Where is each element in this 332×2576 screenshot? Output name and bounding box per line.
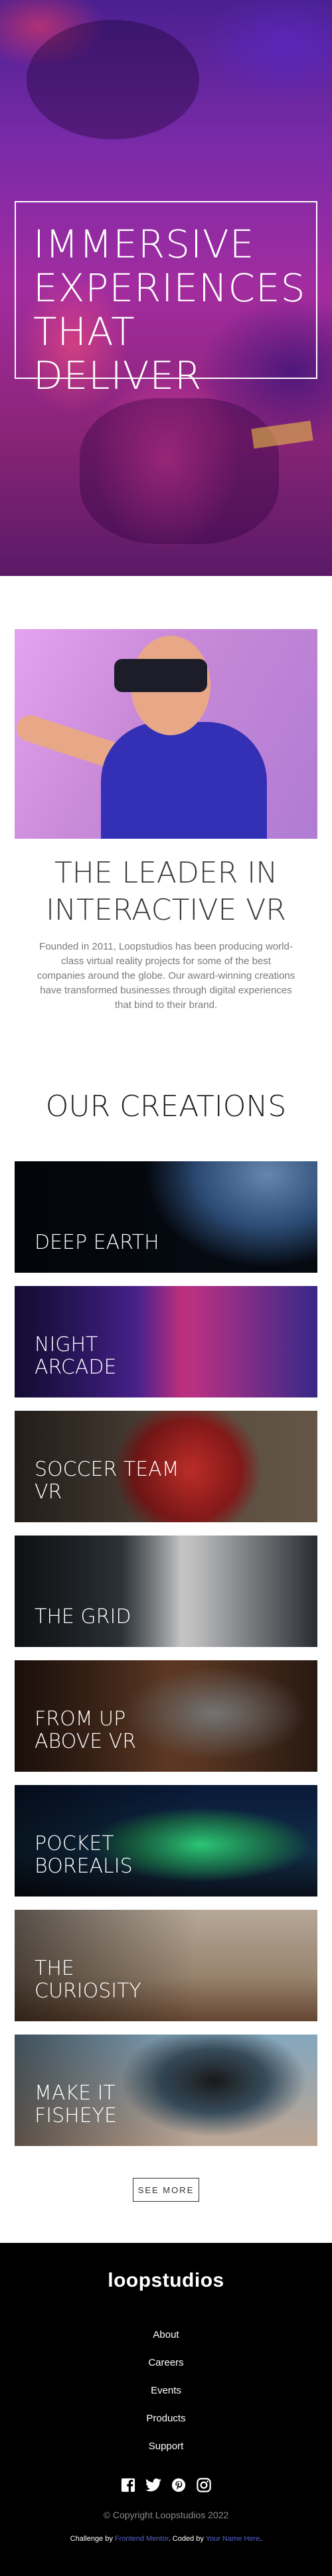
footer-link-products[interactable]: Products <box>0 2405 332 2433</box>
creation-card-soccer-team-vr[interactable]: Soccer team VR <box>15 1411 317 1522</box>
creation-card-label: The curiosity <box>35 1957 141 2003</box>
photo-vr-headset <box>114 659 207 692</box>
creation-card-label: Pocket borealis <box>35 1832 133 1878</box>
card-overlay <box>15 1161 317 1273</box>
copyright-text: © Copyright Loopstudios 2022 <box>103 2510 229 2520</box>
footer-link-support[interactable]: Support <box>0 2433 332 2461</box>
frontend-mentor-link[interactable]: Frontend Mentor <box>115 2535 169 2543</box>
hero-headline: Immersive experiences that deliver <box>33 222 306 398</box>
attribution-suffix: . <box>260 2535 262 2543</box>
pinterest-icon[interactable] <box>170 2476 187 2494</box>
footer-link-about[interactable]: About <box>0 2321 332 2349</box>
photo-torso <box>101 722 267 839</box>
twitter-icon[interactable] <box>145 2476 162 2494</box>
about-title: The leader in interactive VR <box>46 856 286 927</box>
creations-section: Our creations Deep earth Night arcade So… <box>0 1088 332 2202</box>
attribution: Challenge by Frontend Mentor. Coded by Y… <box>0 2535 332 2543</box>
footer-nav: About Careers Events Products Support <box>0 2321 332 2461</box>
about-body: Founded in 2011, Loopstudios has been pr… <box>37 941 295 1011</box>
social-links <box>0 2476 332 2494</box>
vr-headset-photo <box>15 629 317 839</box>
instagram-icon[interactable] <box>195 2476 212 2494</box>
attribution-middle: . Coded by <box>168 2535 204 2543</box>
creation-card-label: The grid <box>35 1605 131 1628</box>
attribution-prefix: Challenge by <box>70 2535 113 2543</box>
hero-section: Immersive experiences that deliver <box>0 0 332 576</box>
creation-card-make-it-fisheye[interactable]: Make it fisheye <box>15 2035 317 2146</box>
creation-card-label: Night arcade <box>35 1333 117 1379</box>
hero-headline-box: Immersive experiences that deliver <box>15 201 317 397</box>
facebook-icon[interactable] <box>120 2476 137 2494</box>
author-link[interactable]: Your Name Here <box>206 2535 260 2543</box>
creation-card-night-arcade[interactable]: Night arcade <box>15 1286 317 1397</box>
footer-link-careers[interactable]: Careers <box>0 2349 332 2377</box>
creation-card-label: Make it fisheye <box>35 2082 117 2127</box>
footer-link-events[interactable]: Events <box>0 2377 332 2405</box>
hero-background-shape <box>27 20 199 139</box>
creation-card-pocket-borealis[interactable]: Pocket borealis <box>15 1785 317 1896</box>
creations-title: Our creations <box>45 1090 287 1123</box>
footer-logo[interactable]: loopstudios <box>0 2269 332 2292</box>
creation-card-the-grid[interactable]: The grid <box>15 1536 317 1647</box>
site-footer: loopstudios About Careers Events Product… <box>0 2243 332 2576</box>
hero-background-shape <box>80 398 279 544</box>
creation-card-label: Deep earth <box>35 1231 159 1254</box>
creations-grid: Deep earth Night arcade Soccer team VR T… <box>15 1161 317 2159</box>
creation-card-label: From up above VR <box>35 1707 137 1753</box>
creation-card-label: Soccer team VR <box>35 1458 179 1504</box>
creation-card-deep-earth[interactable]: Deep earth <box>15 1161 317 1273</box>
creation-card-from-up-above-vr[interactable]: From up above VR <box>15 1660 317 1772</box>
creation-card-the-curiosity[interactable]: The curiosity <box>15 1910 317 2021</box>
see-more-button[interactable]: See more <box>133 2178 199 2202</box>
card-overlay <box>15 1536 317 1647</box>
